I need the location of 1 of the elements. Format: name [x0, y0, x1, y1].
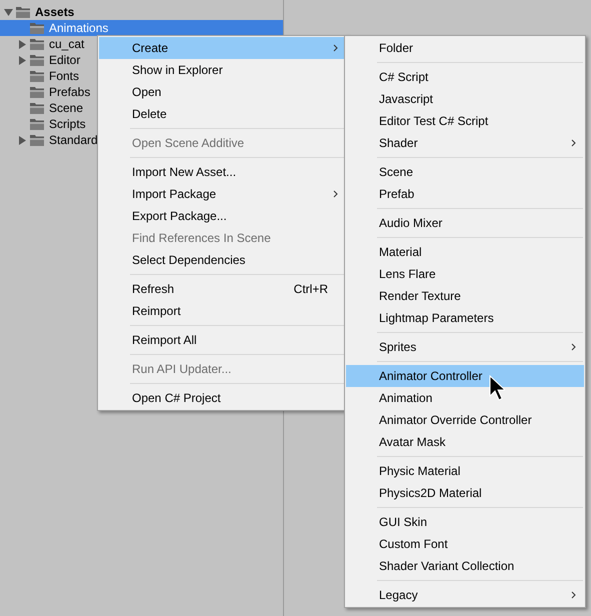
shortcut-label: Ctrl+R [294, 281, 328, 298]
